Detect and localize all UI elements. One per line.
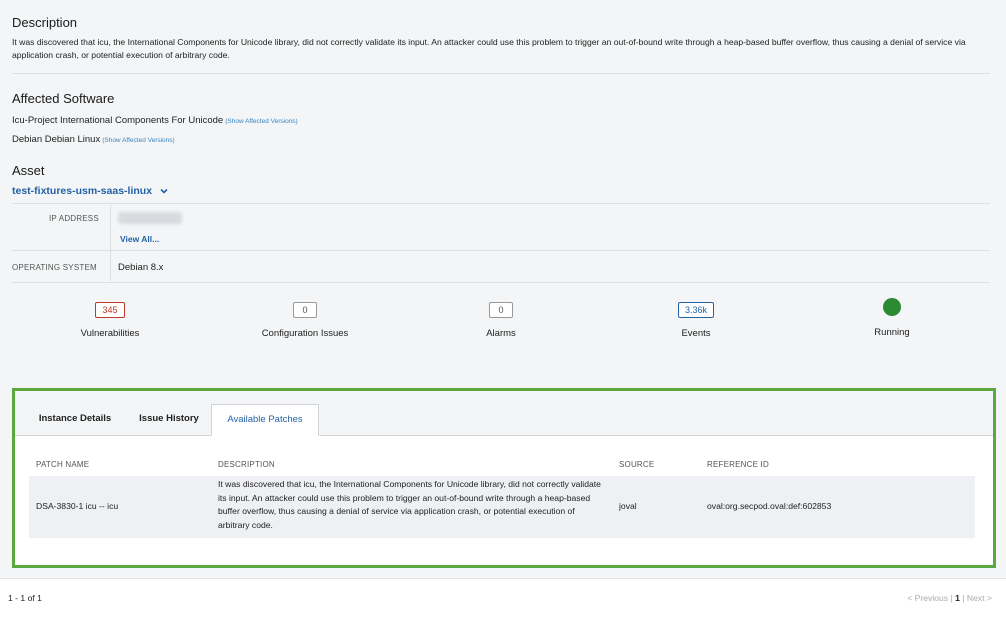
column-header-patch-name: PATCH NAME — [36, 460, 90, 469]
software-name: Debian Debian Linux — [12, 134, 101, 145]
divider — [12, 250, 990, 251]
description-text: It was discovered that icu, the Internat… — [12, 37, 966, 60]
vulnerabilities-count-badge: 345 — [95, 302, 125, 318]
tab-issue-history[interactable]: Issue History — [129, 404, 209, 436]
stat-alarms[interactable]: 0 Alarms — [421, 300, 581, 339]
tab-available-patches[interactable]: Available Patches — [211, 404, 319, 436]
show-affected-versions-link[interactable]: (Show Affected Versions) — [225, 118, 298, 125]
events-count-badge: 3.36k — [677, 302, 715, 318]
stat-label: Alarms — [486, 328, 516, 339]
affected-software-item: Icu-Project International Components For… — [12, 115, 298, 126]
table-row[interactable]: DSA-3830-1 icu -- icu It was discovered … — [29, 476, 975, 538]
affected-software-title: Affected Software — [12, 91, 115, 106]
pagination-footer: 1 - 1 of 1 < Previous | 1 | Next > — [0, 578, 1006, 618]
stat-configuration-issues[interactable]: 0 Configuration Issues — [225, 300, 385, 339]
next-page-button[interactable]: Next > — [967, 593, 992, 603]
asset-selector[interactable]: test-fixtures-usm-saas-linux — [12, 185, 170, 197]
tab-bar: Instance Details Issue History Available… — [15, 391, 993, 436]
divider — [12, 73, 990, 74]
asset-title: Asset — [12, 163, 45, 178]
description-title: Description — [12, 15, 78, 30]
stat-label: Events — [681, 328, 711, 339]
os-value: Debian 8.x — [118, 262, 164, 273]
os-label: OPERATING SYSTEM — [12, 263, 97, 272]
cell-reference-id: oval:org.secpod.oval:def:602853 — [707, 501, 832, 511]
configuration-issues-count-badge: 0 — [293, 302, 317, 318]
show-affected-versions-link[interactable]: (Show Affected Versions) — [102, 137, 175, 144]
stat-label: Running — [874, 327, 910, 338]
stat-running: Running — [812, 298, 972, 338]
pager-separator: | — [950, 593, 953, 603]
cell-patch-name: DSA-3830-1 icu -- icu — [36, 501, 119, 511]
alarms-count-badge: 0 — [489, 302, 513, 318]
software-name: Icu-Project International Components For… — [12, 115, 224, 126]
pager: < Previous | 1 | Next > — [907, 593, 992, 603]
stat-vulnerabilities[interactable]: 345 Vulnerabilities — [30, 300, 190, 339]
asset-name: test-fixtures-usm-saas-linux — [12, 185, 153, 197]
affected-software-item: Debian Debian Linux (Show Affected Versio… — [12, 134, 175, 145]
current-page[interactable]: 1 — [955, 593, 960, 603]
info-divider — [110, 205, 111, 281]
divider — [12, 203, 990, 204]
view-all-link[interactable]: View All... — [120, 234, 159, 244]
cell-description: It was discovered that icu, the Internat… — [218, 479, 601, 530]
ip-address-label: IP ADDRESS — [49, 214, 99, 223]
patches-panel: Instance Details Issue History Available… — [12, 388, 996, 568]
column-header-description: DESCRIPTION — [218, 460, 275, 469]
stat-label: Configuration Issues — [261, 328, 349, 339]
running-status-icon — [883, 298, 901, 316]
divider — [12, 282, 990, 283]
previous-page-button[interactable]: < Previous — [907, 593, 948, 603]
column-header-reference-id: REFERENCE ID — [707, 460, 769, 469]
tab-instance-details[interactable]: Instance Details — [27, 404, 123, 436]
cell-source: joval — [619, 501, 637, 511]
chevron-down-icon — [160, 188, 168, 194]
stat-events[interactable]: 3.36k Events — [616, 300, 776, 339]
column-header-source: SOURCE — [619, 460, 655, 469]
stat-label: Vulnerabilities — [80, 328, 140, 339]
result-count: 1 - 1 of 1 — [8, 593, 42, 603]
ip-address-value-redacted — [118, 212, 182, 224]
pager-separator: | — [962, 593, 965, 603]
